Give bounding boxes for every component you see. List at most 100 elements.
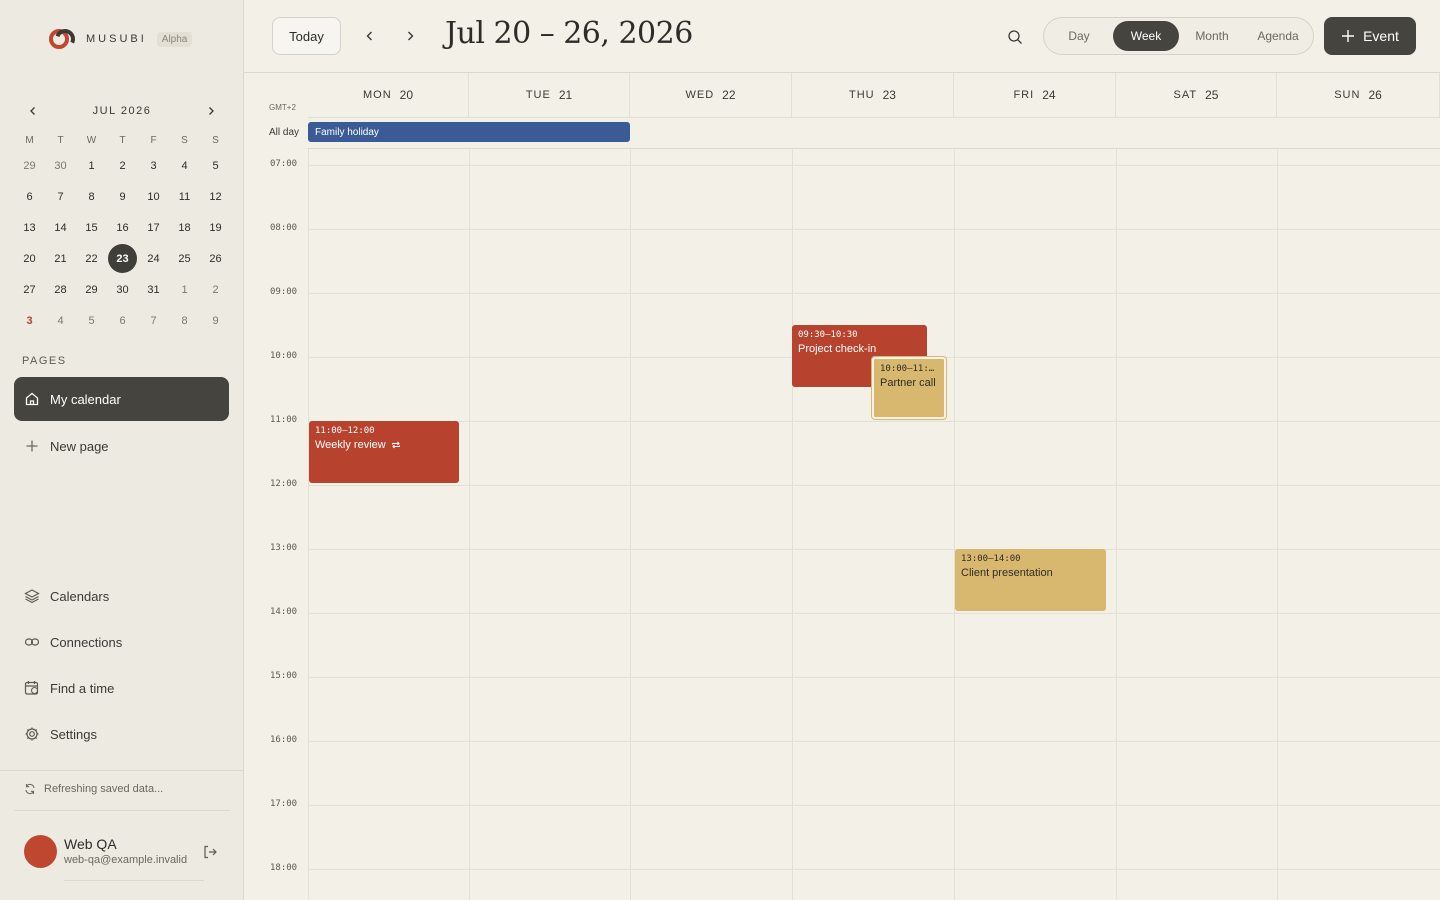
mini-day-number: 23 — [108, 244, 137, 273]
event-card[interactable]: 13:00–14:00 Client presentation — [955, 549, 1106, 611]
mini-day-today[interactable]: 23 — [107, 243, 138, 274]
mini-day[interactable]: 4 — [169, 150, 200, 181]
mini-day-number: 5 — [212, 159, 219, 172]
logout-button[interactable] — [200, 842, 220, 862]
sidebar-item-find-a-time[interactable]: Find a time — [14, 666, 229, 710]
mini-next-month-button[interactable] — [202, 102, 220, 120]
divider — [0, 770, 244, 771]
mini-day[interactable]: 2 — [200, 274, 231, 305]
mini-day[interactable]: 9 — [107, 181, 138, 212]
page-item-new-page[interactable]: New page — [14, 424, 229, 468]
mini-day[interactable]: 7 — [138, 305, 169, 336]
mini-day[interactable]: 5 — [200, 150, 231, 181]
mini-day[interactable]: 17 — [138, 212, 169, 243]
mini-day[interactable]: 6 — [14, 181, 45, 212]
all-day-event[interactable]: Family holiday — [308, 122, 630, 142]
week-grid: GMT+2 All day MON 20 TUE 21 WED 22 THU 23 FRI 24 S… — [244, 73, 1440, 900]
mini-day[interactable]: 3 — [138, 150, 169, 181]
mini-day[interactable]: 22 — [76, 243, 107, 274]
previous-week-button[interactable] — [360, 26, 380, 46]
mini-day[interactable]: 1 — [169, 274, 200, 305]
gear-icon — [24, 726, 40, 742]
plus-icon — [24, 438, 40, 454]
mini-day[interactable]: 8 — [76, 181, 107, 212]
hour-label: 14:00 — [270, 607, 298, 617]
mini-day[interactable]: 16 — [107, 212, 138, 243]
event-title: Project check-in — [798, 343, 921, 355]
mini-day[interactable]: 5 — [76, 305, 107, 336]
mini-day-number: 26 — [209, 252, 222, 265]
layers-icon — [24, 588, 40, 604]
hour-label: 15:00 — [270, 671, 298, 681]
mini-day[interactable]: 11 — [169, 181, 200, 212]
mini-day[interactable]: 10 — [138, 181, 169, 212]
mini-day[interactable]: 15 — [76, 212, 107, 243]
mini-day[interactable]: 8 — [169, 305, 200, 336]
today-button[interactable]: Today — [272, 17, 341, 55]
mini-day[interactable]: 29 — [14, 150, 45, 181]
event-card[interactable]: 11:00–12:00 Weekly review — [309, 421, 459, 483]
day-column-divider — [469, 149, 470, 900]
sidebar-item-connections[interactable]: Connections — [14, 620, 229, 664]
mini-day[interactable]: 24 — [138, 243, 169, 274]
mini-day[interactable]: 30 — [107, 274, 138, 305]
mini-day[interactable]: 28 — [45, 274, 76, 305]
mini-day[interactable]: 20 — [14, 243, 45, 274]
mini-day[interactable]: 30 — [45, 150, 76, 181]
mini-day[interactable]: 18 — [169, 212, 200, 243]
mini-day[interactable]: 13 — [14, 212, 45, 243]
sidebar-item-settings[interactable]: Settings — [14, 712, 229, 756]
mini-day-number: 12 — [209, 190, 222, 203]
mini-weekday-label: M — [25, 135, 34, 146]
search-button[interactable] — [1004, 26, 1026, 48]
view-day-button[interactable]: Day — [1047, 21, 1111, 51]
day-column-header[interactable]: FRI 24 — [954, 73, 1116, 117]
mini-day[interactable]: 26 — [200, 243, 231, 274]
view-agenda-button[interactable]: Agenda — [1245, 21, 1311, 51]
chevron-right-icon — [209, 107, 214, 115]
day-of-week-label: MON — [362, 89, 392, 101]
mini-day[interactable]: 4 — [45, 305, 76, 336]
mini-day[interactable]: 19 — [200, 212, 231, 243]
day-column-header[interactable]: SUN 26 — [1277, 73, 1440, 117]
day-column-divider — [308, 149, 309, 900]
view-month-button[interactable]: Month — [1181, 21, 1243, 51]
day-column-header[interactable]: MON 20 — [308, 73, 469, 117]
mini-day[interactable]: 29 — [76, 274, 107, 305]
event-card[interactable]: 10:00–11:… Partner call — [872, 357, 946, 419]
new-event-button[interactable]: Event — [1324, 17, 1416, 55]
view-week-button[interactable]: Week — [1113, 21, 1179, 51]
mini-day[interactable]: 2 — [107, 150, 138, 181]
day-column-header[interactable]: TUE 21 — [469, 73, 630, 117]
mini-day[interactable]: 12 — [200, 181, 231, 212]
day-column-header[interactable]: WED 22 — [630, 73, 792, 117]
page-item-my-calendar[interactable]: My calendar — [14, 377, 229, 421]
mini-day[interactable]: 31 — [138, 274, 169, 305]
mini-day[interactable]: 1 — [76, 150, 107, 181]
sidebar-item-calendars[interactable]: Calendars — [14, 574, 229, 618]
event-time: 10:00–11:… — [880, 364, 935, 374]
hour-label: 07:00 — [270, 159, 298, 169]
mini-day-number: 21 — [54, 252, 67, 265]
avatar[interactable] — [24, 835, 57, 868]
sync-status: Refreshing saved data... — [24, 783, 163, 795]
mini-day-number: 20 — [23, 252, 36, 265]
day-number-label: 26 — [1368, 88, 1382, 102]
mini-day-number: 7 — [57, 190, 64, 203]
mini-day-number: 24 — [147, 252, 160, 265]
mini-day[interactable]: 3 — [14, 305, 45, 336]
mini-day[interactable]: 21 — [45, 243, 76, 274]
mini-day-number: 3 — [26, 314, 33, 327]
mini-day[interactable]: 14 — [45, 212, 76, 243]
day-column-header[interactable]: SAT 25 — [1116, 73, 1277, 117]
mini-day[interactable]: 9 — [200, 305, 231, 336]
mini-day[interactable]: 7 — [45, 181, 76, 212]
mini-day-number: 1 — [181, 283, 188, 296]
mini-day[interactable]: 6 — [107, 305, 138, 336]
day-number-label: 23 — [882, 88, 896, 102]
mini-day[interactable]: 27 — [14, 274, 45, 305]
mini-day[interactable]: 25 — [169, 243, 200, 274]
next-week-button[interactable] — [400, 26, 420, 46]
mini-day-number: 22 — [85, 252, 98, 265]
day-column-header[interactable]: THU 23 — [792, 73, 954, 117]
